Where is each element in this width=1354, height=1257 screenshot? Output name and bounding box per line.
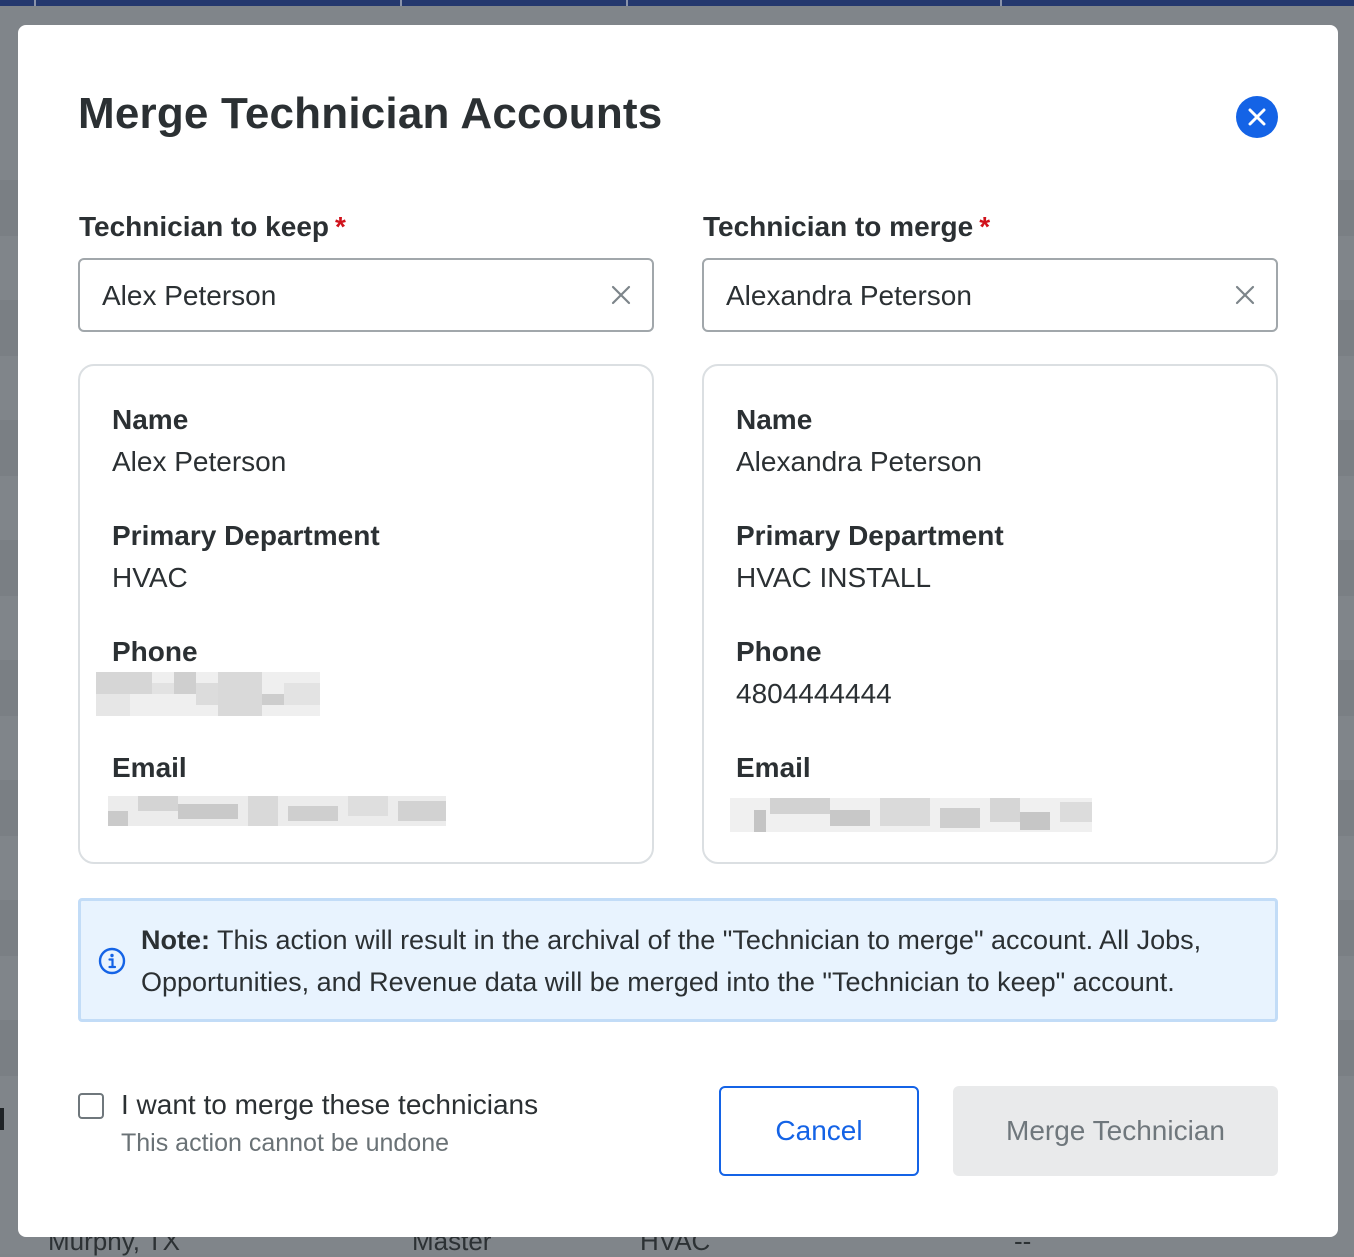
- department-label: Primary Department: [112, 520, 380, 551]
- name-value: Alex Peterson: [112, 446, 287, 477]
- cancel-button[interactable]: Cancel: [719, 1086, 919, 1176]
- department-value: HVAC: [112, 562, 188, 593]
- background-header-bar: [0, 0, 1354, 6]
- background-marker: [0, 1108, 4, 1130]
- department-value: HVAC INSTALL: [736, 562, 932, 593]
- email-redacted-pixelation: [108, 796, 446, 826]
- name-label: Name: [736, 404, 813, 435]
- keep-clear-button[interactable]: [608, 282, 634, 308]
- merge-selected-value: Alexandra Peterson: [726, 280, 972, 311]
- phone-label: Phone: [112, 636, 198, 667]
- merge-note: Note: This action will result in the arc…: [78, 898, 1278, 1022]
- clear-icon: [611, 285, 631, 305]
- phone-redacted-pixelation: [96, 672, 320, 716]
- required-mark: *: [979, 211, 991, 242]
- keep-selected-value: Alex Peterson: [102, 280, 277, 311]
- confirm-merge-sublabel: This action cannot be undone: [121, 1129, 450, 1157]
- phone-value: 4804444444: [736, 678, 892, 709]
- merge-field-label: Technician to merge *: [703, 211, 990, 243]
- keep-field-label: Technician to keep *: [79, 211, 346, 243]
- email-label: Email: [112, 752, 187, 783]
- merge-details-card: Name Alexandra Peterson Primary Departme…: [702, 364, 1278, 864]
- name-value: Alexandra Peterson: [736, 446, 982, 477]
- close-icon: [1248, 108, 1266, 126]
- note-body: This action will result in the archival …: [141, 925, 1202, 997]
- phone-label: Phone: [736, 636, 822, 667]
- confirm-merge-label[interactable]: I want to merge these technicians: [121, 1089, 538, 1121]
- close-button[interactable]: [1236, 96, 1278, 138]
- required-mark: *: [335, 211, 346, 242]
- email-redacted-pixelation: [730, 798, 1092, 832]
- clear-icon: [1235, 285, 1255, 305]
- merge-technician-modal: Merge Technician Accounts Technician to …: [18, 25, 1338, 1237]
- email-label: Email: [736, 752, 811, 783]
- note-text: Note: This action will result in the arc…: [141, 919, 1261, 1003]
- modal-title: Merge Technician Accounts: [78, 89, 663, 138]
- keep-technician-select[interactable]: Alex Peterson: [78, 258, 654, 332]
- merge-clear-button[interactable]: [1232, 282, 1258, 308]
- keep-details-card: Name Alex Peterson Primary Department HV…: [78, 364, 654, 864]
- department-label: Primary Department: [736, 520, 1004, 551]
- name-label: Name: [112, 404, 189, 435]
- confirm-merge-checkbox[interactable]: [78, 1093, 104, 1119]
- note-lead: Note:: [141, 925, 210, 955]
- info-icon: [98, 947, 126, 975]
- merge-technician-select[interactable]: Alexandra Peterson: [702, 258, 1278, 332]
- merge-label-text: Technician to merge: [703, 211, 974, 242]
- merge-technician-button[interactable]: Merge Technician: [953, 1086, 1278, 1176]
- keep-label-text: Technician to keep: [79, 211, 329, 242]
